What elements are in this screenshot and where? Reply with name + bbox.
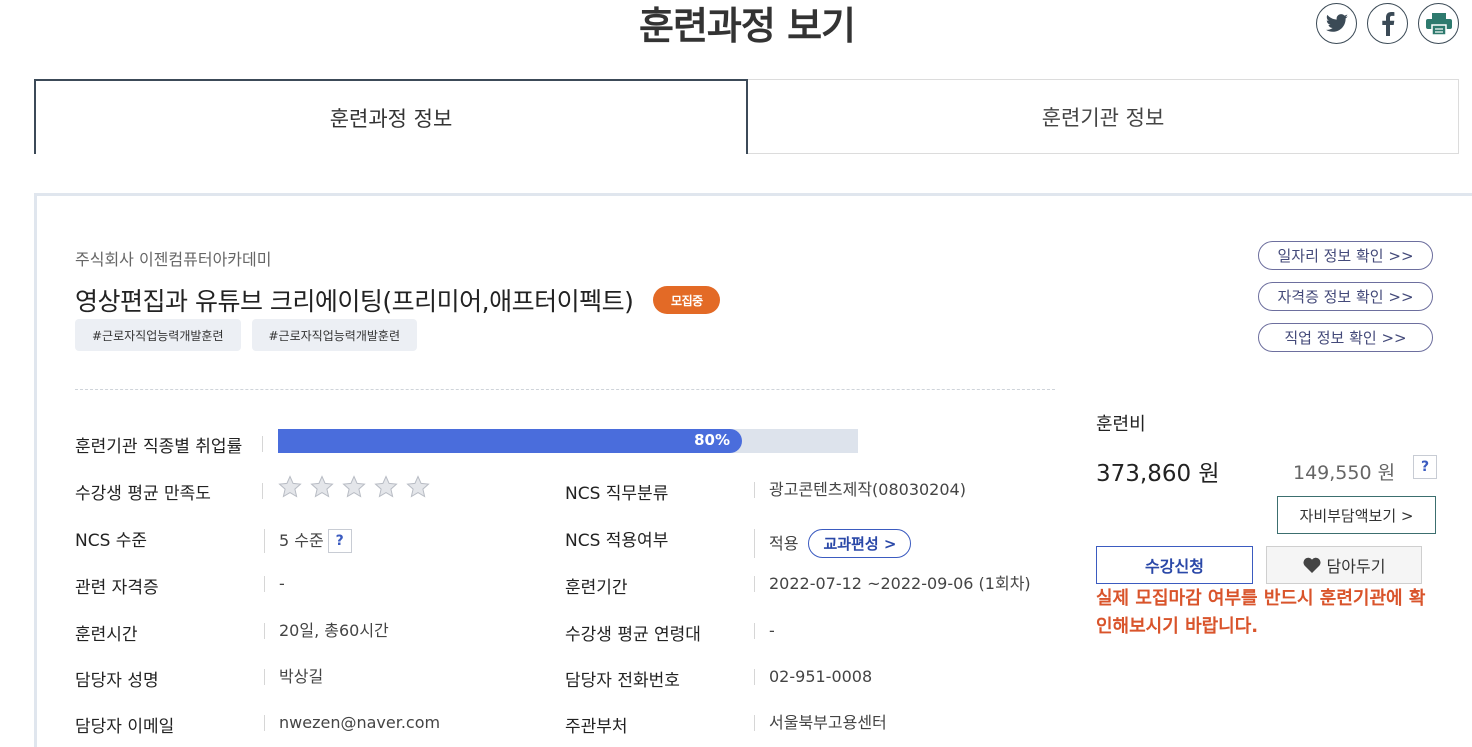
tab-course-info[interactable]: 훈련과정 정보 — [34, 79, 748, 154]
dept-label: 주관부처 — [565, 717, 628, 737]
page-title: 훈련과정 보기 — [639, 4, 856, 48]
ncs-class-value: 광고콘텐츠제작(08030204) — [754, 482, 966, 498]
fee-label: 훈련비 — [1096, 414, 1146, 435]
cert-value: - — [264, 576, 285, 592]
ncs-apply-cell: 적용 교과편성 > — [754, 529, 912, 558]
manager-phone-label: 담당자 전화번호 — [565, 671, 680, 691]
employment-rate-fill: 80% — [278, 429, 742, 453]
ncs-apply-value: 적용 — [769, 533, 799, 553]
age-label: 수강생 평균 연령대 — [565, 625, 701, 645]
tag-list: #근로자직업능력개발훈련 #근로자직업능력개발훈련 — [75, 319, 417, 351]
status-badge: 모집중 — [653, 286, 721, 314]
ncs-level-label: NCS 수준 — [75, 531, 148, 551]
fee-self-pay: 149,550 원 — [1293, 462, 1396, 484]
satisfaction-separator — [262, 483, 263, 499]
manager-name-value: 박상길 — [264, 669, 323, 685]
course-title: 영상편집과 유튜브 크리에이팅(프리미어,애프터이펙트) — [75, 287, 634, 316]
info-links: 일자리 정보 확인 >> 자격증 정보 확인 >> 직업 정보 확인 >> — [1258, 241, 1433, 352]
provider-name: 주식회사 이젠컴퓨터아카데미 — [75, 250, 272, 269]
ncs-class-label: NCS 직무분류 — [565, 484, 669, 504]
print-icon — [1425, 12, 1452, 35]
recruit-notice: 실제 모집마감 여부를 반드시 훈련기관에 확인해보시기 바랍니다. — [1096, 588, 1426, 637]
manager-name-label: 담당자 성명 — [75, 671, 159, 691]
tab-institution-info[interactable]: 훈련기관 정보 — [748, 79, 1459, 154]
manager-email-value: nwezen@naver.com — [264, 715, 440, 731]
print-button[interactable] — [1418, 3, 1459, 44]
ncs-level-cell: 5 수준 ? — [264, 529, 352, 553]
star-icon — [374, 475, 398, 498]
twitter-share-button[interactable] — [1316, 3, 1357, 44]
satisfaction-label: 수강생 평균 만족도 — [75, 484, 211, 504]
tag-item[interactable]: #근로자직업능력개발훈련 — [251, 319, 417, 351]
manager-email-label: 담당자 이메일 — [75, 717, 175, 737]
course-title-row: 영상편집과 유튜브 크리에이팅(프리미어,애프터이펙트) 모집중 — [75, 282, 721, 318]
manager-phone-value: 02-951-0008 — [754, 669, 872, 685]
self-pay-button[interactable]: 자비부담액보기 > — [1277, 496, 1436, 534]
satisfaction-stars — [278, 475, 430, 499]
course-panel: 주식회사 이젠컴퓨터아카데미 영상편집과 유튜브 크리에이팅(프리미어,애프터이… — [34, 193, 1472, 747]
period-value: 2022-07-12 ~2022-09-06 (1회차) — [754, 576, 1031, 592]
apply-button[interactable]: 수강신청 — [1096, 546, 1253, 584]
star-icon — [310, 475, 334, 498]
fee-help-button[interactable]: ? — [1413, 455, 1437, 479]
wishlist-label: 담아두기 — [1326, 557, 1386, 576]
job-info-link[interactable]: 일자리 정보 확인 >> — [1258, 241, 1433, 270]
twitter-icon — [1325, 13, 1348, 32]
star-icon — [342, 475, 366, 498]
ncs-level-value: 5 수준 — [279, 531, 324, 550]
share-bar — [1316, 3, 1459, 44]
facebook-share-button[interactable] — [1367, 3, 1408, 44]
tab-bar: 훈련과정 정보 훈련기관 정보 — [34, 79, 1459, 154]
employment-rate-bar: 80% — [278, 429, 858, 453]
employment-rate-text: 80% — [694, 431, 730, 449]
divider — [75, 389, 1055, 390]
ncs-apply-label: NCS 적용여부 — [565, 531, 669, 551]
fee-total: 373,860 원 — [1096, 461, 1220, 487]
dept-value: 서울북부고용센터 — [754, 715, 887, 731]
age-value: - — [754, 623, 775, 639]
tag-item[interactable]: #근로자직업능력개발훈련 — [75, 319, 241, 351]
employment-rate-label: 훈련기관 직종별 취업률 — [75, 437, 243, 457]
cert-label: 관련 자격증 — [75, 578, 159, 598]
facebook-icon — [1381, 11, 1394, 36]
ncs-level-help-button[interactable]: ? — [327, 529, 352, 553]
occupation-info-link[interactable]: 직업 정보 확인 >> — [1258, 323, 1433, 352]
star-icon — [406, 475, 430, 498]
star-icon — [278, 475, 302, 498]
period-label: 훈련기간 — [565, 578, 628, 598]
curriculum-button[interactable]: 교과편성 > — [808, 529, 912, 558]
hours-label: 훈련시간 — [75, 625, 138, 645]
hours-value: 20일, 총60시간 — [264, 623, 389, 639]
employment-rate-separator — [262, 436, 263, 452]
heart-icon — [1303, 557, 1321, 573]
wishlist-button[interactable]: 담아두기 — [1266, 546, 1422, 584]
cert-info-link[interactable]: 자격증 정보 확인 >> — [1258, 282, 1433, 311]
